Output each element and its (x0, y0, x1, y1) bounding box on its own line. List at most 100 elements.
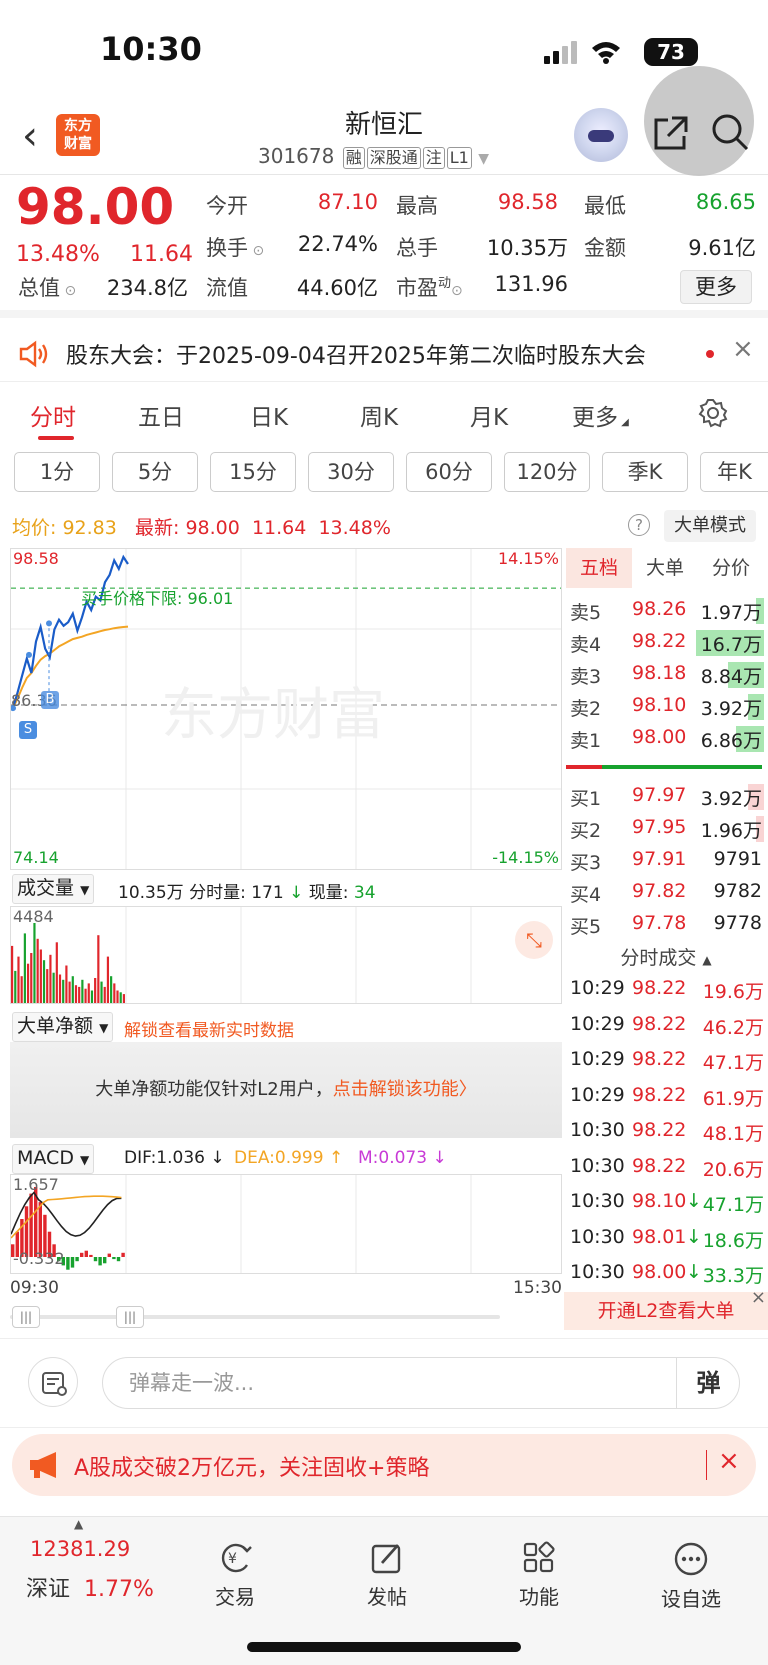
level-label: 卖5 (570, 602, 602, 624)
trade-row: 10:30 98.22 48.1万 (564, 1115, 768, 1149)
close-icon[interactable]: × (732, 334, 754, 364)
danmu-toggle-button[interactable]: 弹 (676, 1357, 740, 1409)
period-60min[interactable]: 60分 (406, 452, 492, 492)
bid-row[interactable]: 买5 97.78 9778 (564, 908, 764, 941)
volume-chart[interactable]: 4484 ⤡ (10, 906, 562, 1004)
time-start: 09:30 (10, 1278, 59, 1298)
ask-row[interactable]: 卖2 98.10 3.92万 (564, 690, 764, 723)
open-l2-button[interactable]: 开通L2查看大单 × (564, 1288, 768, 1330)
tab-daily[interactable]: 日K (250, 398, 288, 432)
assistant-robot-icon[interactable] (574, 108, 628, 162)
macd-bar (75, 1257, 79, 1262)
tab-price-dist[interactable]: 分价 (698, 548, 764, 588)
ask-row[interactable]: 卖3 98.18 8.84万 (564, 658, 764, 691)
period-year[interactable]: 年K (700, 452, 768, 492)
volume-bar (36, 938, 39, 1003)
close-l2-icon[interactable]: × (751, 1288, 766, 1308)
volume-bar (20, 976, 23, 1003)
level-volume: 3.92万 (700, 788, 762, 810)
index-value[interactable]: 12381.29 (30, 1537, 130, 1561)
ask-row[interactable]: 卖1 98.00 6.86万 (564, 722, 764, 755)
locked-feature-panel[interactable]: 大单净额功能仅针对L2用户，点击解锁该功能〉 (10, 1042, 562, 1138)
level-volume: 9782 (713, 880, 762, 902)
trade-ticker-header[interactable]: 分时成交 ▲ (564, 943, 768, 973)
tab-more[interactable]: 更多 ◢ (572, 398, 629, 432)
close-icon[interactable]: × (718, 1446, 740, 1476)
volume-header: 成交量 ▼ 10.35万 分时量: 171 ↓ 现量: 34 (10, 872, 562, 904)
watermark: 东方财富 (161, 683, 385, 748)
macd-top-label: 1.657 (13, 1175, 59, 1194)
expand-icon[interactable]: ⤡ (515, 921, 553, 959)
tab-intraday[interactable]: 分时 (30, 398, 76, 432)
volume-bar (11, 945, 14, 1003)
buy-marker[interactable]: B (41, 691, 59, 709)
period-5min[interactable]: 5分 (112, 452, 198, 492)
macd-bar (80, 1252, 84, 1257)
indicator-dropdown-volume[interactable]: 成交量 ▼ (12, 874, 95, 904)
danmu-bar: 弹幕走一波... 弹 (0, 1338, 768, 1428)
search-icon[interactable] (710, 112, 750, 152)
unlock-link[interactable]: 点击解锁该功能〉 (333, 1079, 477, 1100)
tab-big-orders[interactable]: 大单 (632, 548, 698, 588)
chart-scroller[interactable]: ||| ||| (10, 1304, 562, 1330)
tab-5day[interactable]: 五日 (138, 398, 184, 432)
settings-gear-icon[interactable] (698, 398, 728, 428)
index-name-pct[interactable]: 深证 1.77% (26, 1571, 154, 1603)
volume-bar (49, 954, 52, 1003)
bid-row[interactable]: 买2 97.95 1.96万 (564, 812, 764, 845)
promo-banner[interactable]: A股成交破2万亿元，关注固收+策略 × (12, 1434, 756, 1496)
period-15min[interactable]: 15分 (210, 452, 296, 492)
sell-marker[interactable]: S (19, 721, 37, 739)
unlock-hint[interactable]: 解锁查看最新实时数据 (124, 1016, 294, 1041)
bid-row[interactable]: 买1 97.97 3.92万 (564, 780, 764, 813)
big-order-mode-button[interactable]: 大单模式 (664, 510, 756, 542)
scroller-left-handle[interactable]: ||| (12, 1306, 40, 1328)
share-icon[interactable] (652, 114, 690, 152)
bid-row[interactable]: 买4 97.82 9782 (564, 876, 764, 909)
trade-price: 98.22 (632, 1012, 687, 1035)
scroller-right-handle[interactable]: ||| (116, 1306, 144, 1328)
intraday-chart[interactable]: 东方财富 98.58 14.15% 74.14 -14.15% 86.36 买手… (10, 548, 562, 870)
trade-volume: 47.1万 (702, 1052, 764, 1074)
avg-label: 均价: (12, 517, 57, 539)
level-price: 97.82 (632, 880, 687, 902)
status-time: 10:30 (100, 30, 202, 68)
notice-bar[interactable]: 股东大会：于2025-09-04召开2025年第二次临时股东大会 × (0, 326, 768, 382)
volume-bar (97, 935, 100, 1003)
ask-row[interactable]: 卖5 98.26 1.97万 (564, 594, 764, 627)
period-30min[interactable]: 30分 (308, 452, 394, 492)
caret-down-icon[interactable]: ▼ (478, 151, 489, 167)
trade-row: 10:29 98.22 19.6万 (564, 973, 768, 1007)
danmu-settings-icon[interactable] (28, 1357, 78, 1407)
period-120min[interactable]: 120分 (504, 452, 590, 492)
chart-info-line: 均价: 92.83 最新: 98.00 11.64 13.48% (12, 513, 391, 540)
volume-label: 总手 (396, 236, 438, 260)
trade-direction-arrow: ↓ (686, 1261, 702, 1283)
volume-bar (113, 983, 116, 1003)
period-1min[interactable]: 1分 (14, 452, 100, 492)
nav-functions[interactable]: 功能 (484, 1527, 594, 1610)
bid-row[interactable]: 买3 97.91 9791 (564, 844, 764, 877)
tab-weekly[interactable]: 周K (360, 398, 398, 432)
indicator-dropdown-bigorder[interactable]: 大单净额 ▼ (12, 1012, 114, 1042)
expand-up-icon[interactable]: ▲ (74, 1517, 83, 1531)
danmu-input[interactable]: 弹幕走一波... (102, 1357, 740, 1409)
nav-trade[interactable]: ¥ 交易 (180, 1527, 290, 1610)
indicator-dropdown-macd[interactable]: MACD ▼ (12, 1144, 95, 1174)
ask-row[interactable]: 卖4 98.22 16.7万 (564, 626, 764, 659)
volume-bar (103, 986, 106, 1003)
macd-bar (103, 1257, 107, 1264)
level-label: 卖3 (570, 666, 602, 688)
help-icon[interactable]: ? (628, 514, 650, 536)
nav-add-watchlist[interactable]: 设自选 (636, 1527, 746, 1612)
bid-ask-ratio-bar (566, 765, 762, 769)
more-button[interactable]: 更多 (680, 270, 752, 304)
macd-bar (70, 1257, 75, 1268)
tab-five-levels[interactable]: 五档 (566, 548, 632, 588)
macd-chart[interactable]: 1.657 -0.332 (10, 1174, 562, 1274)
pe-label: 市盈动⊙ (396, 276, 463, 300)
volume-bar (39, 949, 42, 1003)
nav-post[interactable]: 发帖 (332, 1527, 442, 1610)
tab-monthly[interactable]: 月K (470, 398, 508, 432)
period-quarter[interactable]: 季K (602, 452, 688, 492)
